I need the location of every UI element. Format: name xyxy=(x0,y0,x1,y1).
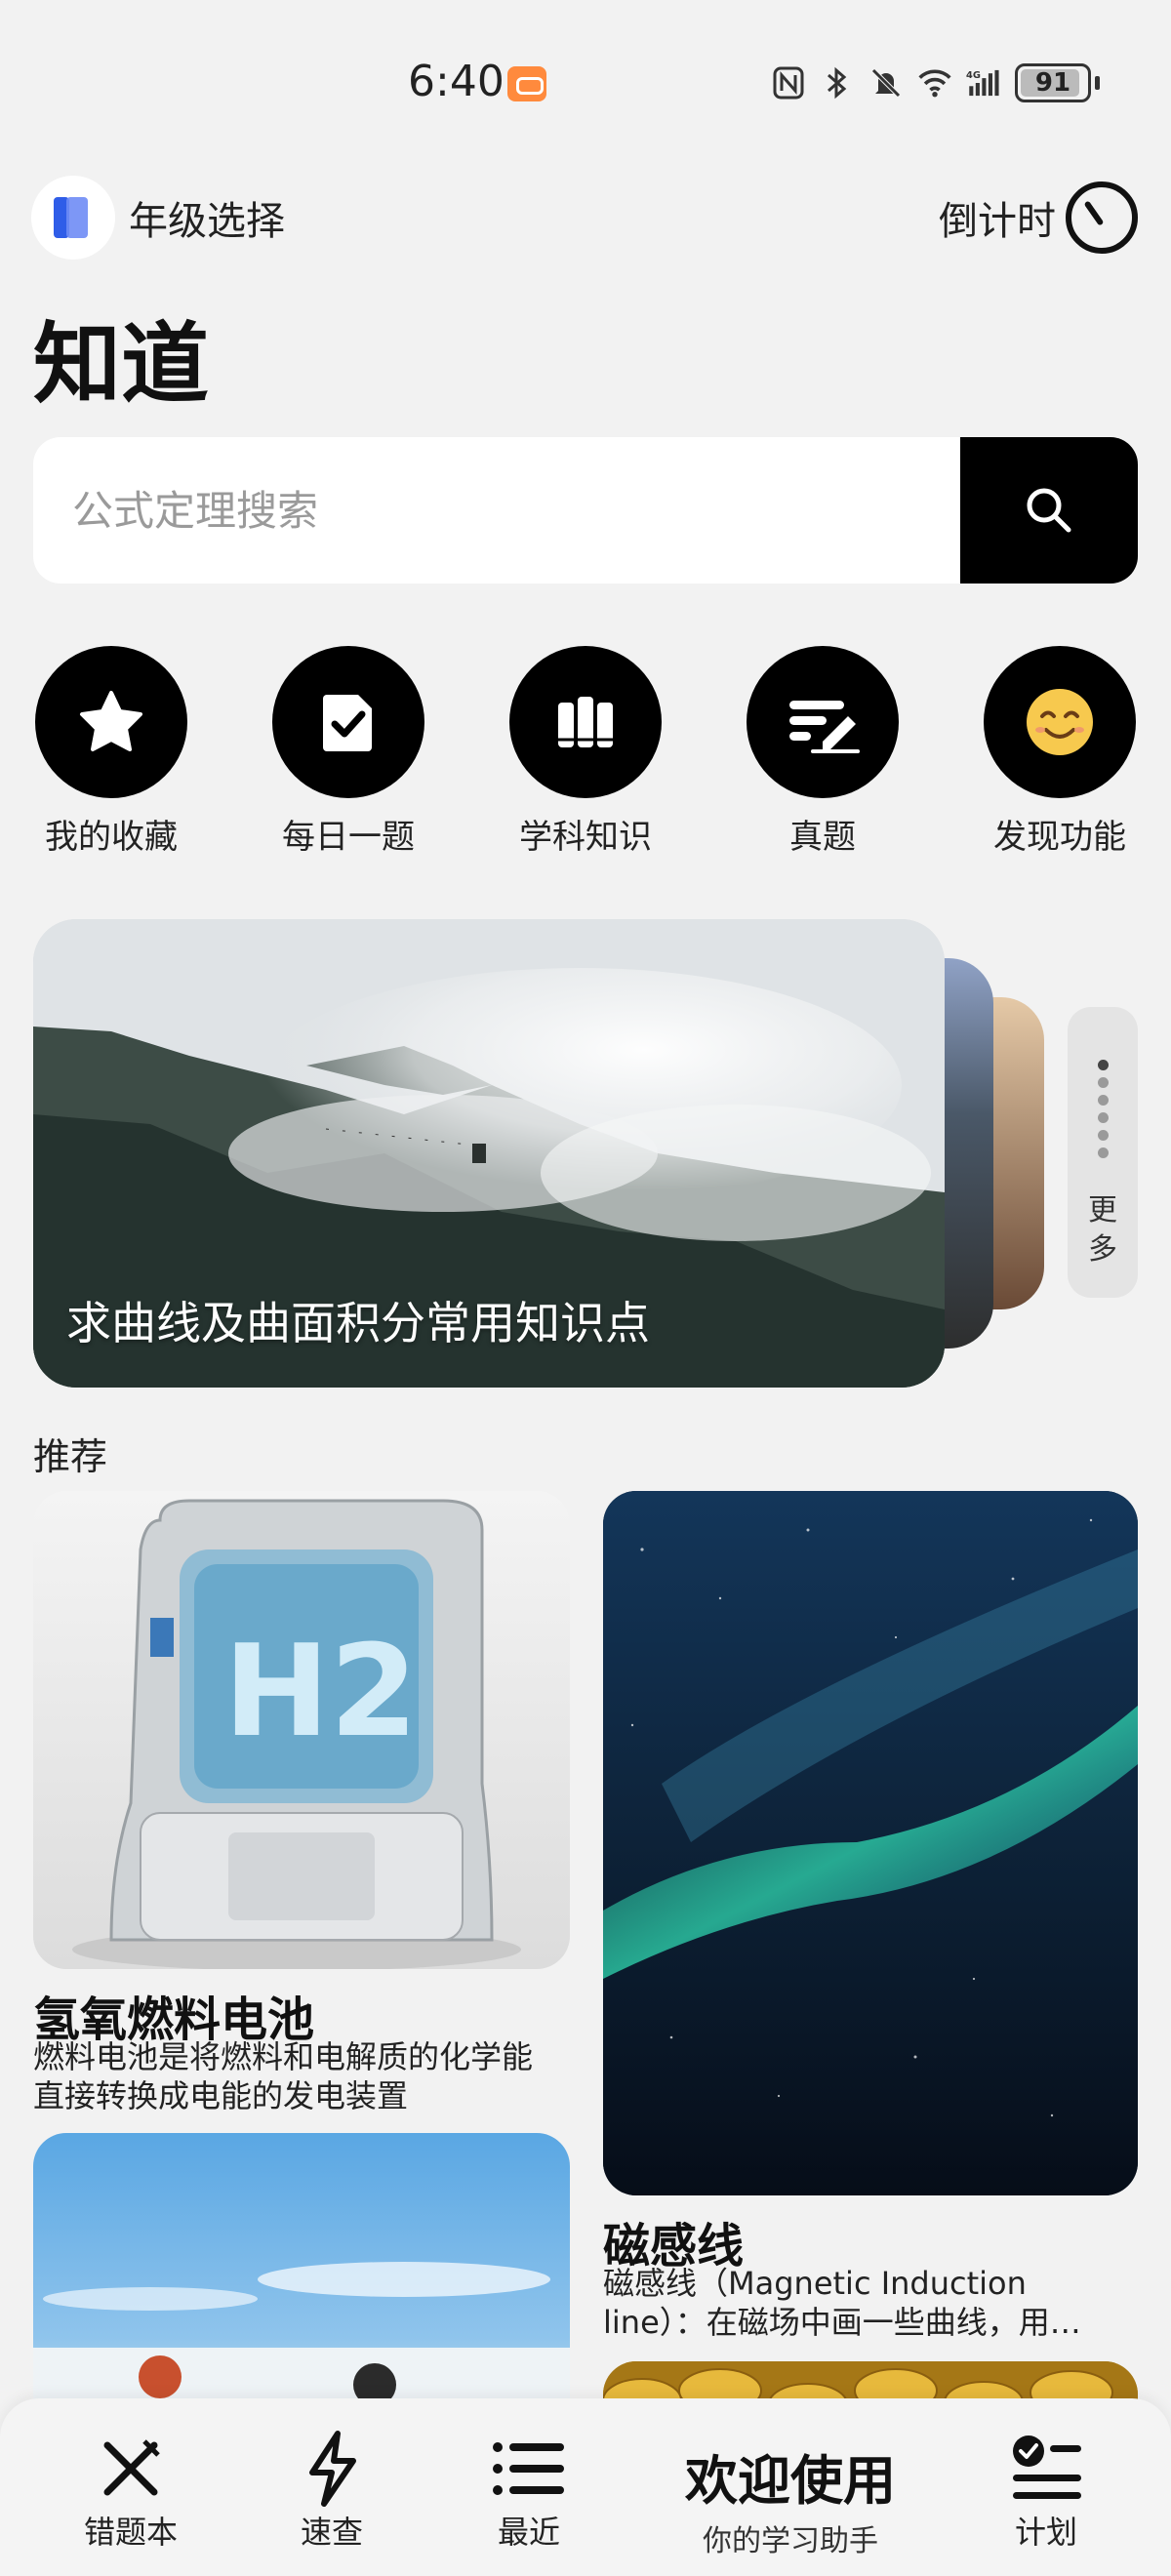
card-description: 磁感线（Magnetic Induction line）：在磁场中画一些曲线，用… xyxy=(603,2265,1081,2341)
quick-favorites[interactable]: 我的收藏 xyxy=(14,646,209,858)
quick-daily-question[interactable]: 每日一题 xyxy=(251,646,446,858)
carousel-dot xyxy=(1097,1095,1109,1106)
card-description: 燃料电池是将燃料和电解质的化学能 直接转换成电能的发电装置 xyxy=(33,2038,534,2114)
fuel-cell-card-image[interactable]: H2 xyxy=(33,1491,570,1969)
search-button[interactable] xyxy=(960,437,1138,584)
quick-past-exams[interactable]: 真题 xyxy=(725,646,920,858)
quick-discover[interactable]: 发现功能 xyxy=(962,646,1157,858)
carousel-dot xyxy=(1097,1130,1109,1141)
past-exams-button[interactable] xyxy=(747,646,899,798)
nfc-icon xyxy=(773,66,804,100)
status-time: 6:40 xyxy=(408,57,505,106)
mute-bell-icon xyxy=(871,68,901,98)
bottom-navigation: 错题本 速查 最近 欢迎使用 你的学习助手 计划 xyxy=(0,2398,1171,2576)
lightning-icon xyxy=(309,2431,356,2507)
welcome-title: 欢迎使用 xyxy=(685,2450,896,2512)
nav-label: 速查 xyxy=(300,2514,363,2551)
quick-subject-knowledge[interactable]: 学科知识 xyxy=(488,646,683,858)
search-icon xyxy=(1027,488,1071,533)
checklist-icon xyxy=(1013,2435,1081,2499)
welcome-banner[interactable]: 欢迎使用 你的学习助手 xyxy=(673,2437,908,2559)
grade-select-button[interactable]: 年级选择 xyxy=(31,176,285,260)
countdown-label: 倒计时 xyxy=(939,199,1056,244)
quick-label: 我的收藏 xyxy=(45,818,178,857)
more-button[interactable]: 更多 xyxy=(1068,1007,1138,1298)
subject-knowledge-button[interactable] xyxy=(509,646,662,798)
more-label: 更多 xyxy=(1088,1193,1117,1267)
quick-label: 学科知识 xyxy=(519,818,652,857)
battery-indicator: 91 xyxy=(1015,63,1091,102)
svg-text:4G: 4G xyxy=(966,70,981,81)
quick-label: 每日一题 xyxy=(282,818,415,857)
star-icon xyxy=(80,691,142,751)
carousel-dots xyxy=(1097,1060,1109,1158)
quick-label: 真题 xyxy=(789,818,856,857)
aurora-card-image[interactable] xyxy=(603,1491,1138,2195)
nav-label: 错题本 xyxy=(83,2514,178,2551)
banner-card[interactable]: 求曲线及曲面积分常用知识点 xyxy=(33,919,945,1388)
search-bar xyxy=(33,437,1138,584)
search-input[interactable] xyxy=(33,437,960,584)
nav-plan[interactable]: 计划 xyxy=(968,2434,1124,2553)
banner-caption: 求曲线及曲面积分常用知识点 xyxy=(66,1297,650,1349)
nav-label: 计划 xyxy=(1014,2514,1077,2551)
carousel-dot xyxy=(1097,1147,1109,1158)
nav-label: 最近 xyxy=(497,2514,560,2551)
bluetooth-icon xyxy=(828,66,847,100)
cross-pen-icon xyxy=(103,2439,160,2496)
discover-button[interactable] xyxy=(984,646,1136,798)
nav-quick-lookup[interactable]: 速查 xyxy=(254,2431,410,2553)
wifi-icon xyxy=(918,69,951,98)
game-app-icon xyxy=(507,66,546,101)
quick-actions: 我的收藏 每日一题 学科知识 真题 发现功能 xyxy=(0,646,1171,861)
books-icon xyxy=(556,697,615,747)
pen-lines-icon xyxy=(789,701,860,753)
daily-question-button[interactable] xyxy=(272,646,424,798)
signal-4g-icon: 4G xyxy=(966,69,999,97)
hydrogen-fuel-cell-image: H2 xyxy=(72,1499,521,1969)
h2-label: H2 xyxy=(223,1617,418,1765)
countdown-button[interactable]: 倒计时 xyxy=(939,181,1138,254)
page-title: 知道 xyxy=(33,313,209,416)
carousel-dot xyxy=(1097,1077,1109,1088)
status-bar: 6:40 4G 91 xyxy=(0,0,1171,146)
carousel-dot xyxy=(1097,1060,1109,1070)
welcome-subtitle: 你的学习助手 xyxy=(703,2524,878,2558)
recommend-section-title: 推荐 xyxy=(33,1435,108,1478)
app-logo-icon xyxy=(31,176,115,260)
smile-emoji-icon xyxy=(1027,689,1093,755)
checked-document-icon xyxy=(323,695,372,751)
grade-select-label: 年级选择 xyxy=(129,199,285,244)
nav-recent[interactable]: 最近 xyxy=(451,2434,607,2553)
nav-mistakes[interactable]: 错题本 xyxy=(53,2434,209,2553)
favorites-button[interactable] xyxy=(35,646,187,798)
status-icons: 4G 91 xyxy=(771,59,1100,107)
list-icon xyxy=(493,2442,564,2495)
battery-level: 91 xyxy=(1034,68,1071,98)
carousel-dot xyxy=(1097,1112,1109,1123)
timer-icon xyxy=(1066,181,1138,254)
aurora-image xyxy=(603,1491,1138,2195)
quick-label: 发现功能 xyxy=(993,818,1126,857)
